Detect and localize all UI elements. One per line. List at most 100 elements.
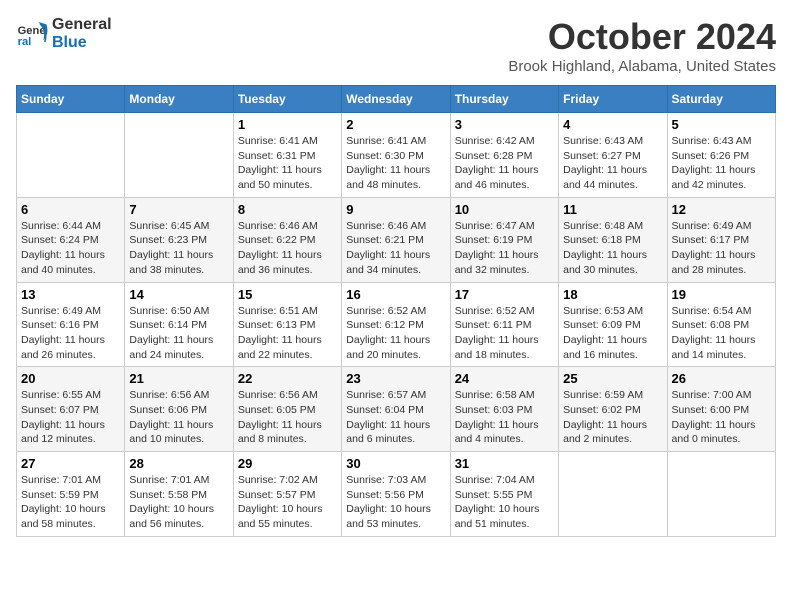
day-info: Sunrise: 6:41 AMSunset: 6:30 PMDaylight:… [346, 134, 445, 193]
day-number: 22 [238, 371, 337, 386]
calendar-cell: 5Sunrise: 6:43 AMSunset: 6:26 PMDaylight… [667, 113, 775, 198]
calendar-cell: 19 Sunrise: 6:54 AMSunset: 6:08 PMDayligh… [667, 282, 775, 367]
day-info: Sunrise: 6:42 AMSunset: 6:28 PMDaylight:… [455, 134, 554, 193]
calendar-cell: 15Sunrise: 6:51 AMSunset: 6:13 PMDayligh… [233, 282, 341, 367]
calendar-week-3: 13 Sunrise: 6:49 AMSunset: 6:16 PMDayligh… [17, 282, 776, 367]
day-info: Sunrise: 6:56 AMSunset: 6:06 PMDaylight:… [129, 388, 228, 447]
day-info: Sunrise: 6:52 AMSunset: 6:12 PMDaylight:… [346, 304, 445, 363]
day-number: 8 [238, 202, 337, 217]
location-title: Brook Highland, Alabama, United States [508, 58, 776, 75]
day-info: Sunrise: 6:56 AMSunset: 6:05 PMDaylight:… [238, 388, 337, 447]
title-area: October 2024 Brook Highland, Alabama, Un… [508, 16, 776, 75]
day-number: 19 [672, 287, 771, 302]
calendar-cell: 26 Sunrise: 7:00 AMSunset: 6:00 PMDayligh… [667, 367, 775, 452]
calendar-cell: 28 Sunrise: 7:01 AMSunset: 5:58 PMDayligh… [125, 452, 233, 537]
day-info: Sunrise: 6:59 AMSunset: 6:02 PMDaylight:… [563, 388, 662, 447]
day-number: 24 [455, 371, 554, 386]
column-header-thursday: Thursday [450, 86, 558, 113]
calendar-cell: 22 Sunrise: 6:56 AMSunset: 6:05 PMDayligh… [233, 367, 341, 452]
day-number: 1 [238, 117, 337, 132]
day-info: Sunrise: 6:41 AMSunset: 6:31 PMDaylight:… [238, 134, 337, 193]
logo-blue: Blue [52, 34, 87, 51]
calendar-cell: 7 Sunrise: 6:45 AMSunset: 6:23 PMDaylight… [125, 197, 233, 282]
calendar-cell: 8 Sunrise: 6:46 AMSunset: 6:22 PMDaylight… [233, 197, 341, 282]
calendar-week-1: 1 Sunrise: 6:41 AMSunset: 6:31 PMDaylight… [17, 113, 776, 198]
calendar-cell: 27Sunrise: 7:01 AMSunset: 5:59 PMDayligh… [17, 452, 125, 537]
day-number: 14 [129, 287, 228, 302]
day-number: 27 [21, 456, 120, 471]
calendar-cell [17, 113, 125, 198]
column-header-monday: Monday [125, 86, 233, 113]
calendar-cell: 10 Sunrise: 6:47 AMSunset: 6:19 PMDayligh… [450, 197, 558, 282]
day-info: Sunrise: 6:52 AMSunset: 6:11 PMDaylight:… [455, 304, 554, 363]
day-info: Sunrise: 6:47 AMSunset: 6:19 PMDaylight:… [455, 219, 554, 278]
day-number: 3 [455, 117, 554, 132]
day-number: 12 [672, 202, 771, 217]
day-info: Sunrise: 6:53 AMSunset: 6:09 PMDaylight:… [563, 304, 662, 363]
day-number: 21 [129, 371, 228, 386]
day-number: 11 [563, 202, 662, 217]
calendar-cell [125, 113, 233, 198]
page-header: Gene ral General Blue October 2024 Brook… [16, 16, 776, 75]
calendar-cell [667, 452, 775, 537]
calendar-week-2: 6 Sunrise: 6:44 AMSunset: 6:24 PMDaylight… [17, 197, 776, 282]
day-number: 10 [455, 202, 554, 217]
day-number: 4 [563, 117, 662, 132]
day-info: Sunrise: 6:45 AMSunset: 6:23 PMDaylight:… [129, 219, 228, 278]
day-info: Sunrise: 6:46 AMSunset: 6:21 PMDaylight:… [346, 219, 445, 278]
calendar-cell [559, 452, 667, 537]
day-number: 7 [129, 202, 228, 217]
day-info: Sunrise: 7:00 AMSunset: 6:00 PMDaylight:… [672, 388, 771, 447]
day-info: Sunrise: 6:49 AMSunset: 6:17 PMDaylight:… [672, 219, 771, 278]
day-info: Sunrise: 6:49 AMSunset: 6:16 PMDaylight:… [21, 304, 120, 363]
column-header-friday: Friday [559, 86, 667, 113]
day-info: Sunrise: 6:58 AMSunset: 6:03 PMDaylight:… [455, 388, 554, 447]
day-info: Sunrise: 6:48 AMSunset: 6:18 PMDaylight:… [563, 219, 662, 278]
calendar-cell: 2 Sunrise: 6:41 AMSunset: 6:30 PMDaylight… [342, 113, 450, 198]
day-number: 29 [238, 456, 337, 471]
calendar-cell: 29Sunrise: 7:02 AMSunset: 5:57 PMDayligh… [233, 452, 341, 537]
day-info: Sunrise: 6:51 AMSunset: 6:13 PMDaylight:… [238, 304, 337, 363]
day-info: Sunrise: 6:54 AMSunset: 6:08 PMDaylight:… [672, 304, 771, 363]
day-number: 30 [346, 456, 445, 471]
day-number: 18 [563, 287, 662, 302]
column-header-sunday: Sunday [17, 86, 125, 113]
calendar-cell: 4Sunrise: 6:43 AMSunset: 6:27 PMDaylight… [559, 113, 667, 198]
column-header-wednesday: Wednesday [342, 86, 450, 113]
day-info: Sunrise: 6:50 AMSunset: 6:14 PMDaylight:… [129, 304, 228, 363]
day-number: 20 [21, 371, 120, 386]
svg-text:Gene: Gene [18, 25, 46, 37]
logo-general: General [52, 16, 112, 33]
day-info: Sunrise: 6:46 AMSunset: 6:22 PMDaylight:… [238, 219, 337, 278]
calendar-week-4: 20 Sunrise: 6:55 AMSunset: 6:07 PMDayligh… [17, 367, 776, 452]
calendar-cell: 17 Sunrise: 6:52 AMSunset: 6:11 PMDayligh… [450, 282, 558, 367]
calendar-cell: 18 Sunrise: 6:53 AMSunset: 6:09 PMDayligh… [559, 282, 667, 367]
column-header-tuesday: Tuesday [233, 86, 341, 113]
calendar-cell: 6 Sunrise: 6:44 AMSunset: 6:24 PMDaylight… [17, 197, 125, 282]
day-info: Sunrise: 6:44 AMSunset: 6:24 PMDaylight:… [21, 219, 120, 278]
day-info: Sunrise: 7:01 AMSunset: 5:58 PMDaylight:… [129, 473, 228, 532]
day-info: Sunrise: 7:04 AMSunset: 5:55 PMDaylight:… [455, 473, 554, 532]
calendar-cell: 14 Sunrise: 6:50 AMSunset: 6:14 PMDayligh… [125, 282, 233, 367]
calendar-cell: 30 Sunrise: 7:03 AMSunset: 5:56 PMDayligh… [342, 452, 450, 537]
day-number: 5 [672, 117, 771, 132]
calendar-cell: 1 Sunrise: 6:41 AMSunset: 6:31 PMDaylight… [233, 113, 341, 198]
day-number: 16 [346, 287, 445, 302]
day-number: 9 [346, 202, 445, 217]
day-number: 13 [21, 287, 120, 302]
day-number: 17 [455, 287, 554, 302]
day-number: 26 [672, 371, 771, 386]
day-info: Sunrise: 7:03 AMSunset: 5:56 PMDaylight:… [346, 473, 445, 532]
calendar-cell: 20 Sunrise: 6:55 AMSunset: 6:07 PMDayligh… [17, 367, 125, 452]
calendar-cell: 31 Sunrise: 7:04 AMSunset: 5:55 PMDayligh… [450, 452, 558, 537]
day-number: 6 [21, 202, 120, 217]
day-number: 23 [346, 371, 445, 386]
day-number: 31 [455, 456, 554, 471]
month-title: October 2024 [508, 16, 776, 58]
calendar-cell: 16 Sunrise: 6:52 AMSunset: 6:12 PMDayligh… [342, 282, 450, 367]
day-number: 2 [346, 117, 445, 132]
calendar-cell: 24 Sunrise: 6:58 AMSunset: 6:03 PMDayligh… [450, 367, 558, 452]
day-number: 28 [129, 456, 228, 471]
logo: Gene ral General Blue [16, 16, 112, 51]
day-info: Sunrise: 6:55 AMSunset: 6:07 PMDaylight:… [21, 388, 120, 447]
